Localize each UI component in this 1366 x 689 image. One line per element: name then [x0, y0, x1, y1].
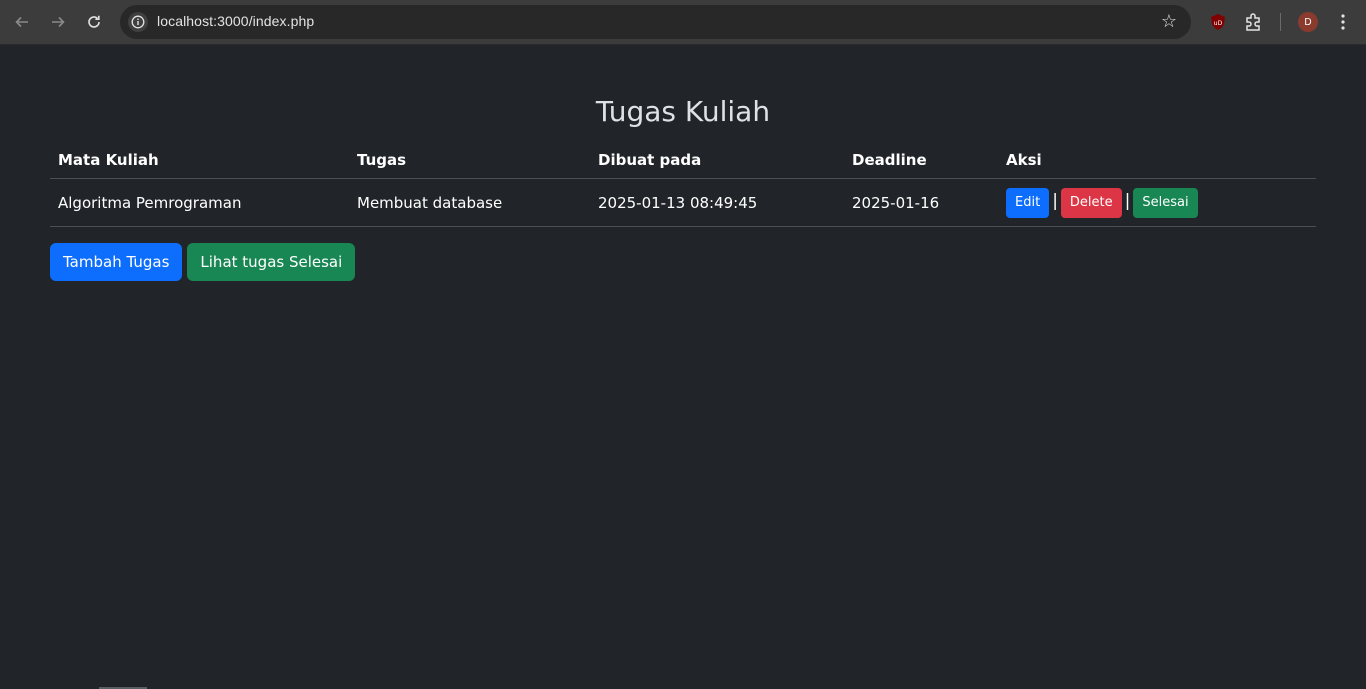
url-text[interactable]: localhost:3000/index.php [157, 13, 314, 29]
action-separator: | [1124, 190, 1131, 211]
header-tugas: Tugas [349, 142, 590, 179]
browser-toolbar: localhost:3000/index.php ☆ uD D [0, 0, 1366, 45]
arrow-right-icon [52, 16, 65, 28]
reload-icon [88, 15, 100, 28]
header-aksi: Aksi [998, 142, 1316, 179]
bookmark-star-icon[interactable]: ☆ [1161, 12, 1177, 32]
edit-button[interactable]: Edit [1006, 187, 1050, 218]
header-dibuat-pada: Dibuat pada [590, 142, 844, 179]
ublock-extension-icon[interactable]: uD [1209, 13, 1227, 31]
table-row: Algoritma Pemrograman Membuat database 2… [50, 178, 1316, 227]
page-content: Tugas Kuliah Mata Kuliah Tugas Dibuat pa… [0, 45, 1366, 689]
header-mata-kuliah: Mata Kuliah [50, 142, 349, 179]
reload-button[interactable] [80, 8, 108, 36]
table-header-row: Mata Kuliah Tugas Dibuat pada Deadline A… [50, 142, 1316, 179]
mark-done-button[interactable]: Selesai [1133, 187, 1198, 218]
bottom-actions: Tambah Tugas Lihat tugas Selesai [50, 243, 356, 281]
view-done-tasks-button[interactable]: Lihat tugas Selesai [187, 243, 356, 281]
header-deadline: Deadline [844, 142, 998, 179]
cell-dibuat-pada: 2025-01-13 08:49:45 [590, 178, 844, 227]
page-title: Tugas Kuliah [595, 95, 771, 128]
toolbar-divider [1280, 13, 1281, 31]
cell-mata-kuliah: Algoritma Pemrograman [50, 178, 349, 227]
cell-actions: Edit | Delete | Selesai [998, 178, 1316, 227]
cell-deadline: 2025-01-16 [844, 178, 998, 227]
extensions-puzzle-icon[interactable] [1243, 11, 1265, 33]
site-info-icon[interactable] [128, 12, 148, 32]
add-task-button[interactable]: Tambah Tugas [50, 243, 183, 281]
tasks-table: Mata Kuliah Tugas Dibuat pada Deadline A… [50, 142, 1316, 227]
forward-button[interactable] [44, 8, 72, 36]
profile-avatar[interactable]: D [1298, 12, 1318, 32]
more-menu-icon[interactable] [1333, 12, 1353, 32]
back-button[interactable] [8, 8, 36, 36]
cell-tugas: Membuat database [349, 178, 590, 227]
address-bar[interactable]: localhost:3000/index.php ☆ [120, 5, 1191, 39]
arrow-left-icon [15, 16, 28, 28]
delete-button[interactable]: Delete [1060, 187, 1122, 218]
svg-text:uD: uD [1214, 20, 1223, 27]
action-separator: | [1052, 190, 1058, 211]
